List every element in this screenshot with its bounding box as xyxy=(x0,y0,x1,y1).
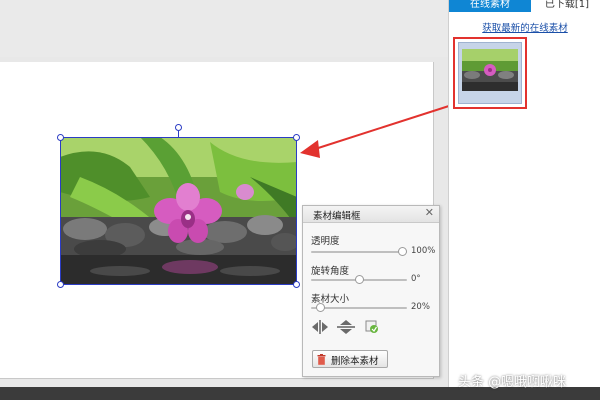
size-slider[interactable] xyxy=(311,303,407,312)
thumbnail-frame xyxy=(458,42,522,104)
flip-vertical-icon[interactable] xyxy=(337,320,355,334)
material-thumbnail[interactable] xyxy=(453,37,527,109)
rotation-value: 0° xyxy=(411,274,421,284)
resize-handle-top-right[interactable] xyxy=(293,134,300,141)
material-tabs: 在线素材 已下载[1] xyxy=(449,0,600,12)
rotation-label: 旋转角度 xyxy=(311,266,350,277)
resize-handle-top-left[interactable] xyxy=(57,134,64,141)
opacity-value: 100% xyxy=(411,246,436,256)
replace-icon[interactable] xyxy=(363,320,381,334)
rotate-handle[interactable] xyxy=(175,124,182,131)
editor-title: 素材编辑框 xyxy=(313,211,361,222)
top-band xyxy=(0,0,448,57)
thumbnail-image xyxy=(462,49,518,91)
selection-box xyxy=(60,137,297,285)
resize-handle-bottom-right[interactable] xyxy=(293,281,300,288)
opacity-slider-knob[interactable] xyxy=(398,247,407,256)
material-panel: 在线素材 已下载[1] 获取最新的在线素材 xyxy=(448,0,600,387)
tab-online-materials[interactable]: 在线素材 xyxy=(449,0,531,12)
size-slider-knob[interactable] xyxy=(315,303,325,312)
opacity-label: 透明度 xyxy=(311,236,340,247)
trash-icon xyxy=(317,354,326,365)
flip-horizontal-icon[interactable] xyxy=(311,320,329,334)
watermark: 头条 @嗯哦啊啾咪 xyxy=(458,375,567,390)
resize-handle-bottom-left[interactable] xyxy=(57,281,64,288)
rotation-slider[interactable] xyxy=(311,275,407,284)
size-label: 素材大小 xyxy=(311,294,350,305)
size-value: 20% xyxy=(411,302,430,312)
editor-header: 素材编辑框 ✕ xyxy=(303,206,439,223)
delete-material-label: 删除本素材 xyxy=(331,356,379,367)
close-icon[interactable]: ✕ xyxy=(425,206,434,219)
tab-downloaded[interactable]: 已下载[1] xyxy=(533,0,600,12)
delete-material-button[interactable]: 删除本素材 xyxy=(312,350,388,368)
rotation-slider-knob[interactable] xyxy=(354,275,364,284)
opacity-slider[interactable] xyxy=(311,247,407,256)
material-editor-panel: 素材编辑框 ✕ 透明度 100% 旋转角度 0° 素材大小 20% 删除本素材 xyxy=(302,205,440,377)
fetch-latest-link[interactable]: 获取最新的在线素材 xyxy=(449,20,600,34)
rotate-handle-stem xyxy=(178,131,179,138)
